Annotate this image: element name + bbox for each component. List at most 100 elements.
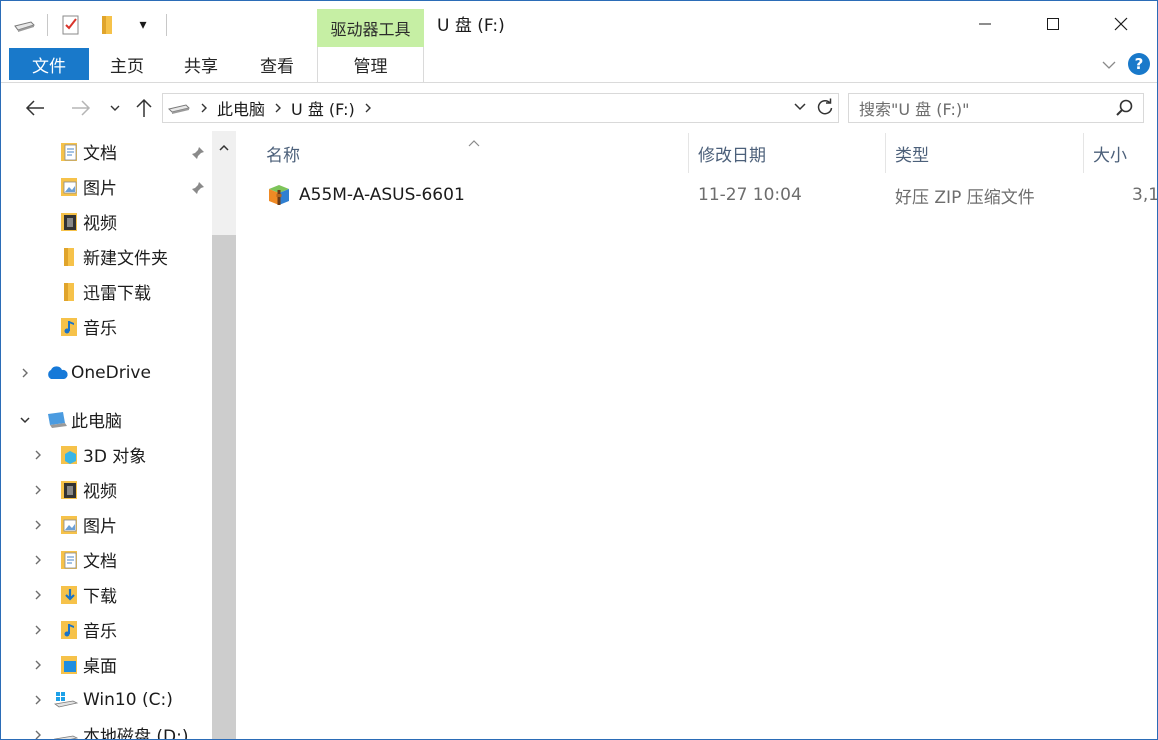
chevron-right-icon[interactable] <box>31 553 45 567</box>
sidebar-item-documents[interactable]: 文档 <box>1 134 211 169</box>
breadcrumb-chevron-icon[interactable] <box>199 102 209 114</box>
sidebar-item-new-folder[interactable]: 新建文件夹 <box>1 239 211 274</box>
close-button[interactable] <box>1087 1 1155 47</box>
sidebar-item-downloads[interactable]: 下载 <box>1 577 211 612</box>
chevron-right-icon[interactable] <box>31 518 45 532</box>
navigation-bar: 此电脑 U 盘 (F:) 搜索"U 盘 (F:)" <box>1 85 1157 131</box>
sidebar-item-label: 下载 <box>83 587 117 607</box>
column-header-size[interactable]: 大小 <box>1093 131 1127 175</box>
search-input[interactable]: 搜索"U 盘 (F:)" <box>848 93 1144 123</box>
chevron-right-icon[interactable] <box>31 728 45 739</box>
title-bar: ▾ 驱动器工具 U 盘 (F:) <box>1 1 1157 47</box>
sidebar-item-label: 音乐 <box>83 622 117 642</box>
drive-icon <box>167 100 191 116</box>
sidebar-item-pictures[interactable]: 图片 <box>1 507 211 542</box>
chevron-right-icon[interactable] <box>31 693 45 707</box>
chevron-right-icon[interactable] <box>31 448 45 462</box>
sidebar-item-3d-objects[interactable]: 3D 对象 <box>1 437 211 472</box>
documents-icon <box>59 550 79 570</box>
sidebar-item-this-pc[interactable]: 此电脑 <box>1 402 211 437</box>
arrow-up-icon <box>136 98 152 117</box>
column-header-date-modified[interactable]: 修改日期 <box>698 131 766 175</box>
column-divider[interactable] <box>688 133 689 173</box>
address-bar[interactable]: 此电脑 U 盘 (F:) <box>162 93 839 123</box>
recent-locations-button[interactable] <box>103 95 127 121</box>
breadcrumb-usb-drive[interactable]: U 盘 (F:) <box>291 96 355 120</box>
tab-manage[interactable]: 管理 <box>317 47 424 82</box>
back-button[interactable] <box>23 95 47 121</box>
sidebar-item-label: 桌面 <box>83 657 117 677</box>
properties-icon[interactable] <box>58 12 84 38</box>
sidebar-item-win10-c[interactable]: Win10 (C:) <box>1 682 211 717</box>
scrollbar-thumb[interactable] <box>212 235 236 739</box>
chevron-right-icon[interactable] <box>18 366 32 380</box>
up-button[interactable] <box>132 95 156 121</box>
drive-tools-context-title: 驱动器工具 <box>317 9 424 47</box>
sidebar-item-label: 迅雷下载 <box>83 284 151 304</box>
refresh-button[interactable] <box>812 93 838 121</box>
sidebar-item-label: 新建文件夹 <box>83 249 168 269</box>
chevron-down-icon <box>110 105 120 111</box>
tab-share[interactable]: 共享 <box>173 47 229 82</box>
sidebar-item-label: 此电脑 <box>71 412 122 432</box>
navigation-scrollbar[interactable] <box>212 131 236 739</box>
table-row[interactable]: A55M-A-ASUS-6601 11-27 10:04 好压 ZIP 压缩文件… <box>259 177 1157 213</box>
pictures-icon <box>59 177 79 197</box>
chevron-right-icon[interactable] <box>31 483 45 497</box>
tab-view[interactable]: 查看 <box>249 47 305 82</box>
breadcrumb-chevron-icon[interactable] <box>273 102 283 114</box>
maximize-button[interactable] <box>1019 1 1087 47</box>
chevron-down-icon <box>794 103 806 111</box>
sidebar-item-local-disk-d[interactable]: 本地磁盘 (D:) <box>1 717 211 739</box>
this-pc-icon <box>45 410 69 430</box>
sidebar-item-documents[interactable]: 文档 <box>1 542 211 577</box>
breadcrumb-this-pc[interactable]: 此电脑 <box>217 96 265 120</box>
scroll-up-button[interactable] <box>212 135 236 161</box>
column-header-name[interactable]: 名称 <box>266 131 300 175</box>
close-icon <box>1114 17 1128 31</box>
tab-home[interactable]: 主页 <box>99 47 155 82</box>
downloads-icon <box>59 585 79 605</box>
chevron-right-icon[interactable] <box>31 623 45 637</box>
sidebar-item-videos[interactable]: 视频 <box>1 204 211 239</box>
sidebar-item-label: 3D 对象 <box>83 447 147 467</box>
toolbar-separator <box>47 14 48 36</box>
column-divider[interactable] <box>1083 133 1084 173</box>
search-placeholder: 搜索"U 盘 (F:)" <box>859 100 970 119</box>
refresh-icon <box>817 98 833 115</box>
music-icon <box>59 620 79 640</box>
quick-access-toolbar: ▾ <box>11 11 167 39</box>
minimize-button[interactable] <box>951 1 1019 47</box>
column-divider[interactable] <box>885 133 886 173</box>
toolbar-separator <box>166 14 167 36</box>
window-title: U 盘 (F:) <box>437 16 505 36</box>
column-header-type[interactable]: 类型 <box>895 131 929 175</box>
file-name: A55M-A-ASUS-6601 <box>299 185 465 205</box>
address-history-dropdown[interactable] <box>788 93 812 121</box>
sidebar-item-onedrive[interactable]: OneDrive <box>1 355 211 390</box>
sidebar-item-pictures[interactable]: 图片 <box>1 169 211 204</box>
breadcrumb-chevron-icon[interactable] <box>363 102 373 114</box>
help-button[interactable]: ? <box>1128 53 1150 75</box>
chevron-down-icon[interactable] <box>18 413 32 427</box>
pin-icon[interactable] <box>191 145 205 159</box>
drive-icon[interactable] <box>11 12 37 38</box>
pin-icon[interactable] <box>191 180 205 194</box>
sidebar-item-desktop[interactable]: 桌面 <box>1 647 211 682</box>
expand-ribbon-button[interactable] <box>1099 55 1119 75</box>
sidebar-item-videos[interactable]: 视频 <box>1 472 211 507</box>
search-icon[interactable] <box>1115 98 1135 118</box>
tab-file[interactable]: 文件 <box>9 48 89 80</box>
pictures-icon <box>59 515 79 535</box>
chevron-right-icon[interactable] <box>31 658 45 672</box>
navigation-pane: 文档 图片 视频 新建文件夹 迅雷下载 音乐 OneDrive 此电脑 3D 对… <box>1 131 237 739</box>
music-icon <box>59 317 79 337</box>
chevron-right-icon[interactable] <box>31 588 45 602</box>
file-list: 名称 修改日期 类型 大小 A55M-A-ASUS-6601 11-27 10:… <box>237 131 1157 739</box>
forward-button[interactable] <box>69 95 93 121</box>
sidebar-item-music[interactable]: 音乐 <box>1 612 211 647</box>
customize-toolbar-dropdown[interactable]: ▾ <box>130 12 156 38</box>
sidebar-item-xunlei-downloads[interactable]: 迅雷下载 <box>1 274 211 309</box>
new-folder-icon[interactable] <box>94 12 120 38</box>
sidebar-item-music[interactable]: 音乐 <box>1 309 211 344</box>
